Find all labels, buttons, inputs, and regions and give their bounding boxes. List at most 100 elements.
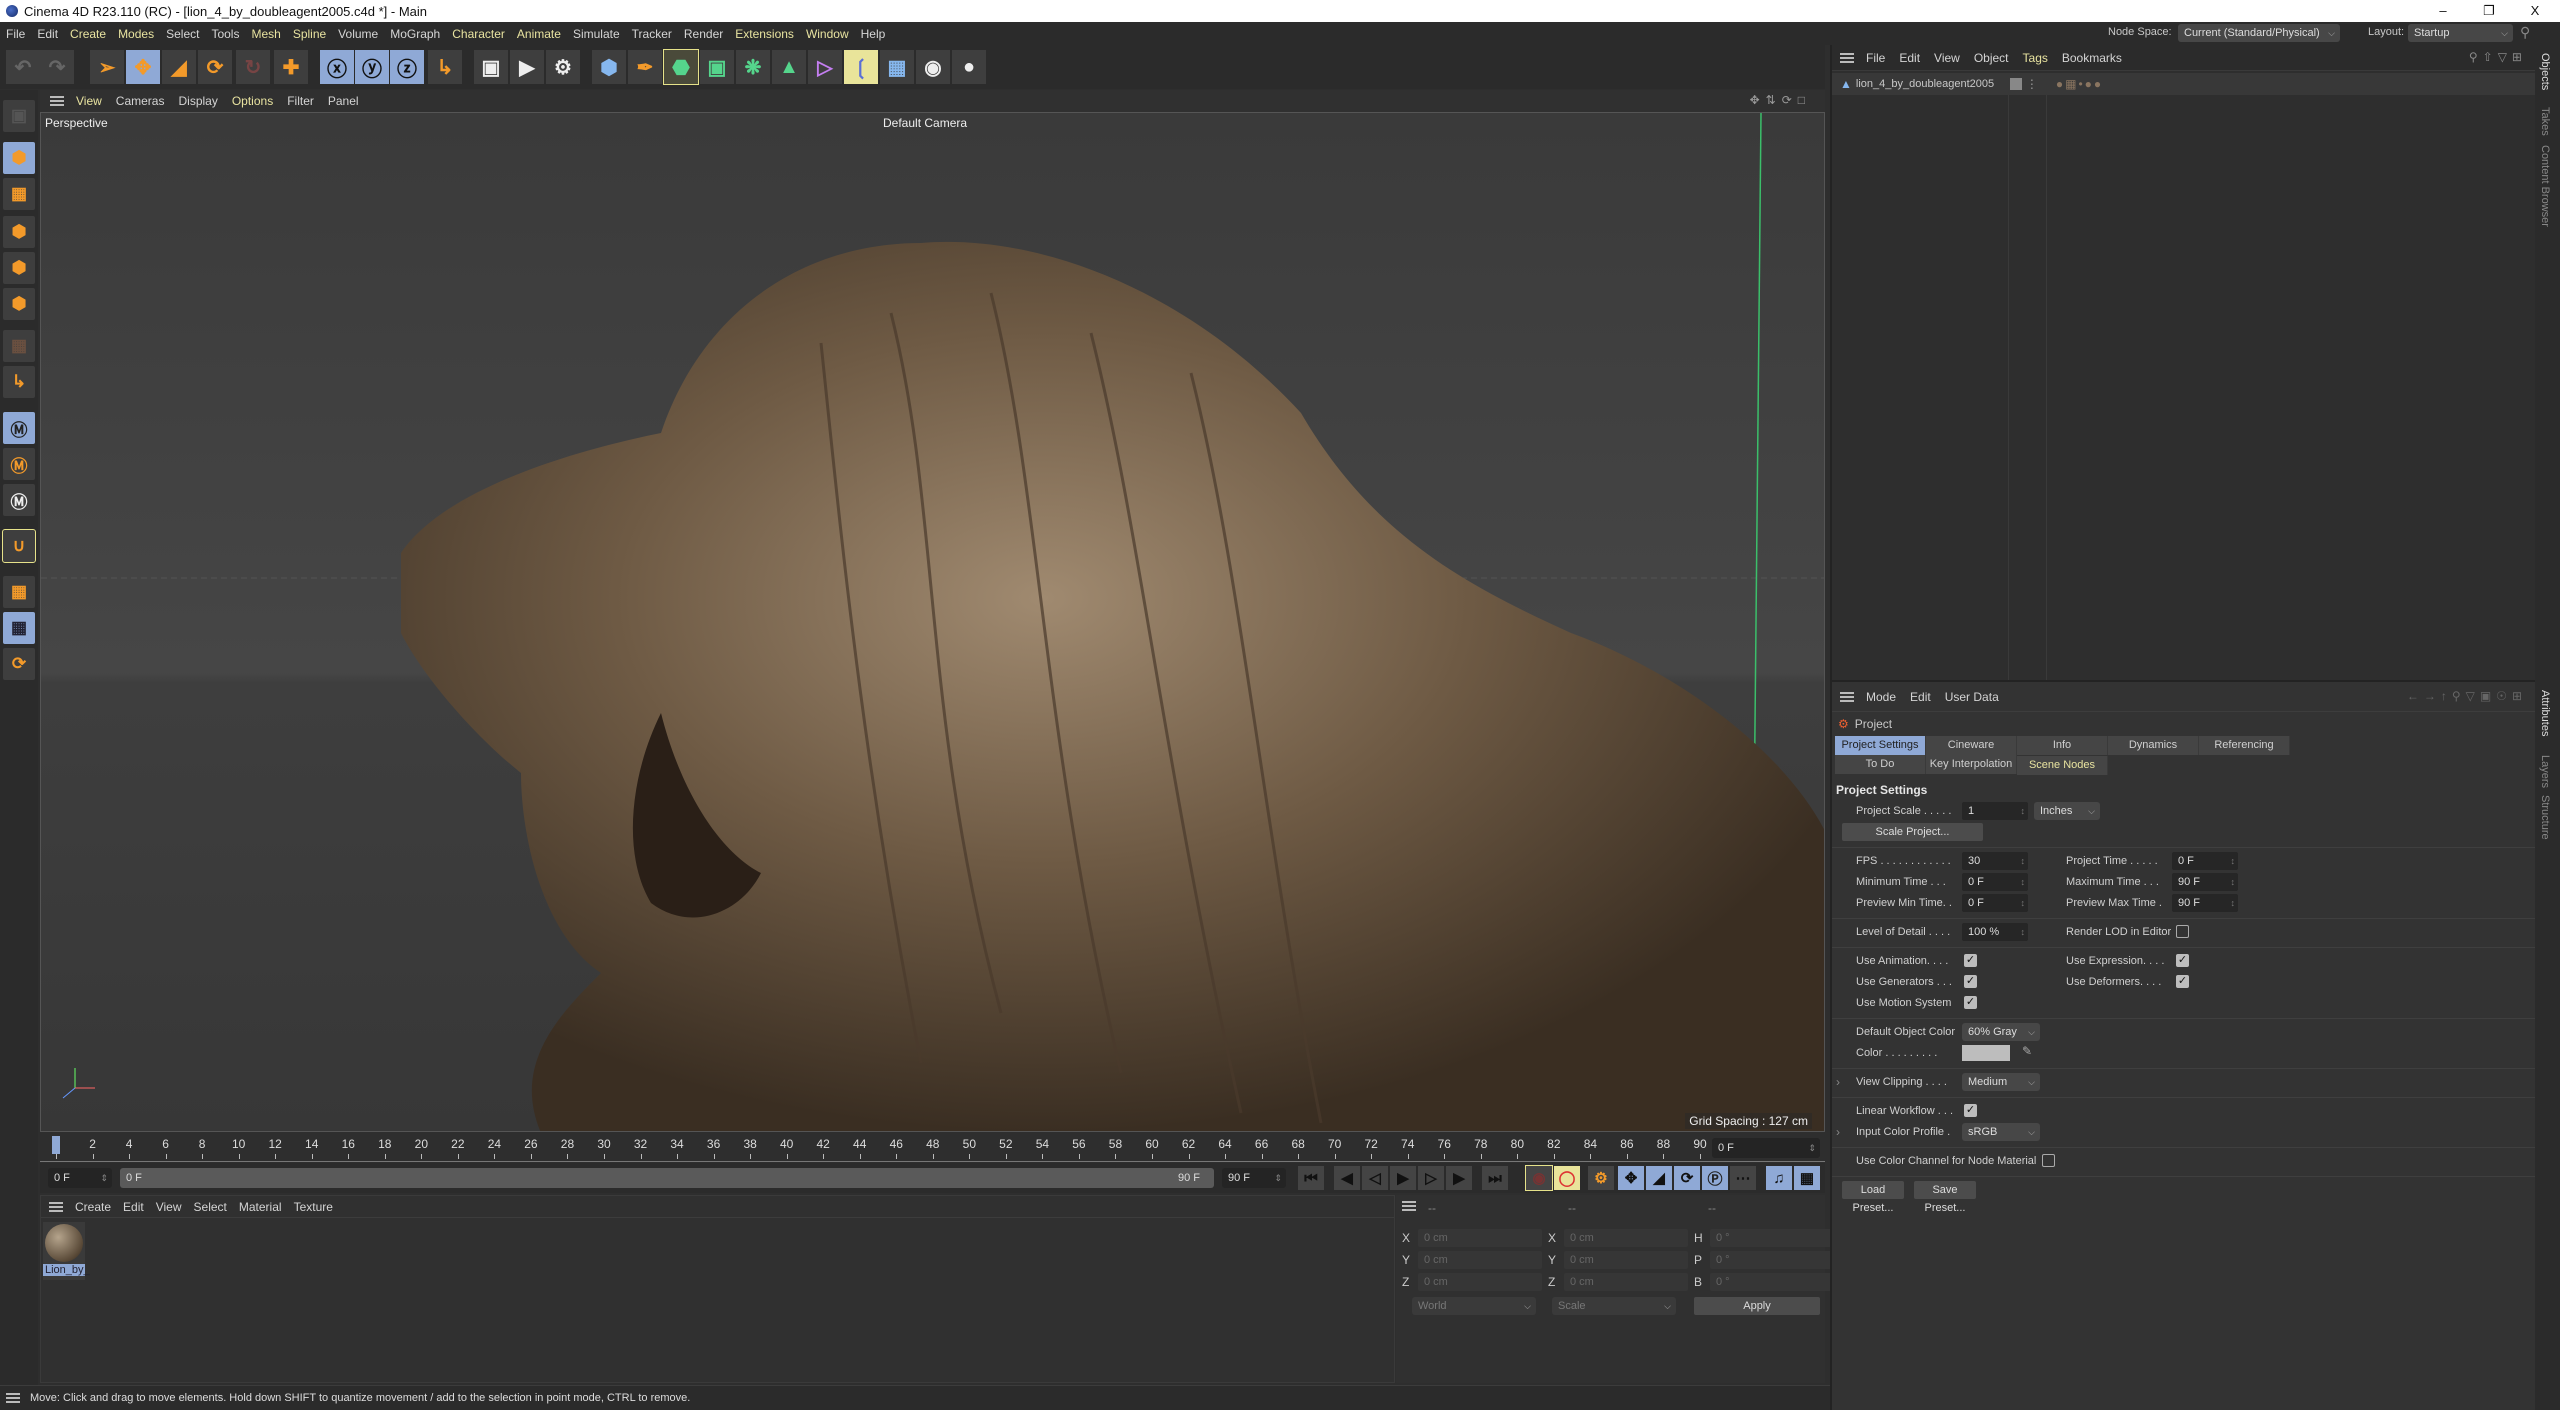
next-key-icon[interactable]: ▶: [1446, 1166, 1472, 1190]
object-row[interactable]: ▲ lion_4_by_doubleagent2005 ⋮ ●▦•●●: [1832, 73, 2535, 95]
object-menu-icon[interactable]: [1840, 52, 1854, 63]
menu-select[interactable]: Select: [166, 27, 199, 41]
save-preset-button[interactable]: Save Preset...: [1914, 1181, 1976, 1214]
size-y-field[interactable]: 0 cm: [1564, 1251, 1688, 1269]
floor-icon[interactable]: ▦: [880, 50, 914, 84]
menu-render[interactable]: Render: [684, 27, 723, 41]
previous-frame-icon[interactable]: ◁: [1362, 1166, 1388, 1190]
attribute-menu-user-data[interactable]: User Data: [1945, 690, 1999, 704]
key-rotation-icon[interactable]: ⟳: [1674, 1166, 1700, 1190]
tab-project-settings[interactable]: Project Settings: [1835, 736, 1926, 755]
key-pla-icon[interactable]: ⋯: [1730, 1166, 1756, 1190]
default-object-color-dropdown[interactable]: 60% Gray: [1962, 1023, 2040, 1041]
material-menu-select[interactable]: Select: [194, 1200, 227, 1214]
previous-key-icon[interactable]: ◀: [1334, 1166, 1360, 1190]
viewport-menu-display[interactable]: Display: [178, 94, 217, 108]
input-color-profile-dropdown[interactable]: sRGB: [1962, 1123, 2040, 1141]
menu-help[interactable]: Help: [861, 27, 886, 41]
tab-key-interpolation[interactable]: Key Interpolation: [1926, 755, 2017, 774]
expand-arrow-icon[interactable]: ›: [1836, 1075, 1840, 1089]
side-tab-layers[interactable]: Layers: [2539, 755, 2551, 788]
camera-icon[interactable]: ◉: [916, 50, 950, 84]
object-menu-edit[interactable]: Edit: [1899, 51, 1920, 65]
model-mode-icon[interactable]: ⬢: [3, 142, 35, 174]
undo-icon[interactable]: ↶: [6, 50, 40, 84]
move-recent-icon[interactable]: ✚: [274, 50, 308, 84]
workplane-icon[interactable]: ▦: [3, 576, 35, 608]
side-tab-content-browser[interactable]: Content Browser: [2539, 145, 2551, 227]
render-view-icon[interactable]: ▣: [474, 50, 508, 84]
cloner-icon[interactable]: ❋: [736, 50, 770, 84]
viewport-menu-icon[interactable]: [50, 96, 64, 106]
psr-icon[interactable]: ↻: [236, 50, 270, 84]
go-to-start-icon[interactable]: ⏮: [1298, 1166, 1324, 1190]
make-editable-icon[interactable]: ▣: [3, 100, 35, 132]
expand-arrow-icon[interactable]: ›: [1836, 1125, 1840, 1139]
rotation-b-field[interactable]: 0 °: [1710, 1273, 1834, 1291]
material-menu-edit[interactable]: Edit: [123, 1200, 144, 1214]
subdivision-icon[interactable]: ⬣: [663, 49, 699, 85]
render-settings-icon[interactable]: ⚙: [546, 50, 580, 84]
side-tab-takes[interactable]: Takes: [2539, 107, 2551, 136]
tab-dynamics[interactable]: Dynamics: [2108, 736, 2199, 755]
world-coordinates-icon[interactable]: ↳: [428, 50, 462, 84]
render-picture-viewer-icon[interactable]: ▶: [510, 50, 544, 84]
menu-create[interactable]: Create: [70, 27, 106, 41]
render-dots-icon[interactable]: ⋮: [2026, 77, 2038, 91]
redo-icon[interactable]: ↷: [40, 50, 74, 84]
menu-volume[interactable]: Volume: [338, 27, 378, 41]
rotation-p-field[interactable]: 0 °: [1710, 1251, 1834, 1269]
render-lod-checkbox[interactable]: [2176, 925, 2189, 938]
viewport-menu-view[interactable]: View: [76, 94, 102, 108]
scale-project-button[interactable]: Scale Project...: [1842, 823, 1983, 841]
3d-viewport[interactable]: Perspective Default Camera Grid Spacing …: [40, 112, 1825, 1132]
side-tab-objects[interactable]: Objects: [2539, 53, 2551, 90]
viewport-nav-icons[interactable]: ✥⇅⟳□: [1750, 93, 1811, 107]
texture-mode-icon[interactable]: ▦: [3, 178, 35, 210]
status-menu-icon[interactable]: [6, 1393, 20, 1403]
autokey-icon[interactable]: ◯: [1554, 1166, 1580, 1190]
uv-mode-icon[interactable]: ▦: [3, 330, 35, 362]
material-menu-view[interactable]: View: [156, 1200, 182, 1214]
tab-referencing[interactable]: Referencing: [2199, 736, 2290, 755]
object-menu-tags[interactable]: Tags: [2023, 51, 2048, 65]
maximum-time-field[interactable]: 90 F: [2172, 873, 2238, 891]
move-icon[interactable]: ✥: [126, 50, 160, 84]
preview-max-time-field[interactable]: 90 F: [2172, 894, 2238, 912]
tab-info[interactable]: Info: [2017, 736, 2108, 755]
size-mode-dropdown[interactable]: Scale: [1552, 1297, 1676, 1315]
material-menu-material[interactable]: Material: [239, 1200, 282, 1214]
layout-dropdown[interactable]: Startup: [2408, 24, 2513, 42]
use-animation-checkbox[interactable]: ✓: [1964, 954, 1977, 967]
coordinate-system-dropdown[interactable]: World: [1412, 1297, 1536, 1315]
viewport-menu-options[interactable]: Options: [232, 94, 273, 108]
size-x-field[interactable]: 0 cm: [1564, 1229, 1688, 1247]
menu-mesh[interactable]: Mesh: [251, 27, 280, 41]
object-name[interactable]: lion_4_by_doubleagent2005: [1856, 78, 2006, 90]
menu-spline[interactable]: Spline: [293, 27, 326, 41]
attribute-menu-mode[interactable]: Mode: [1866, 690, 1896, 704]
go-to-end-icon[interactable]: ⏭: [1482, 1166, 1508, 1190]
play-icon[interactable]: ▶: [1390, 1166, 1416, 1190]
color-swatch[interactable]: [1962, 1045, 2010, 1061]
side-tab-attributes[interactable]: Attributes: [2539, 690, 2551, 736]
polygons-mode-icon[interactable]: ⬢: [3, 288, 35, 320]
axis-mode-icon[interactable]: ↳: [3, 366, 35, 398]
rotate-icon[interactable]: ⟳: [198, 50, 232, 84]
level-of-detail-field[interactable]: 100 %: [1962, 923, 2028, 941]
current-frame-field[interactable]: 0 F ⇕: [1712, 1138, 1820, 1158]
material-menu-texture[interactable]: Texture: [294, 1200, 333, 1214]
solo-single-icon[interactable]: Ⓜ: [3, 448, 35, 480]
key-position-icon[interactable]: ✥: [1618, 1166, 1644, 1190]
range-slider[interactable]: 0 F 90 F: [120, 1168, 1214, 1188]
project-time-field[interactable]: 0 F: [2172, 852, 2238, 870]
boole-icon[interactable]: ▲: [772, 50, 806, 84]
menu-character[interactable]: Character: [452, 27, 505, 41]
solo-hierarchy-icon[interactable]: Ⓜ: [3, 484, 35, 516]
minimum-time-field[interactable]: 0 F: [1962, 873, 2028, 891]
coordinates-menu-icon[interactable]: [1402, 1201, 1416, 1211]
menu-modes[interactable]: Modes: [118, 27, 154, 41]
menu-simulate[interactable]: Simulate: [573, 27, 620, 41]
y-axis-icon[interactable]: ⓨ: [355, 50, 389, 84]
material-swatch[interactable]: Lion_by_: [43, 1222, 90, 1280]
